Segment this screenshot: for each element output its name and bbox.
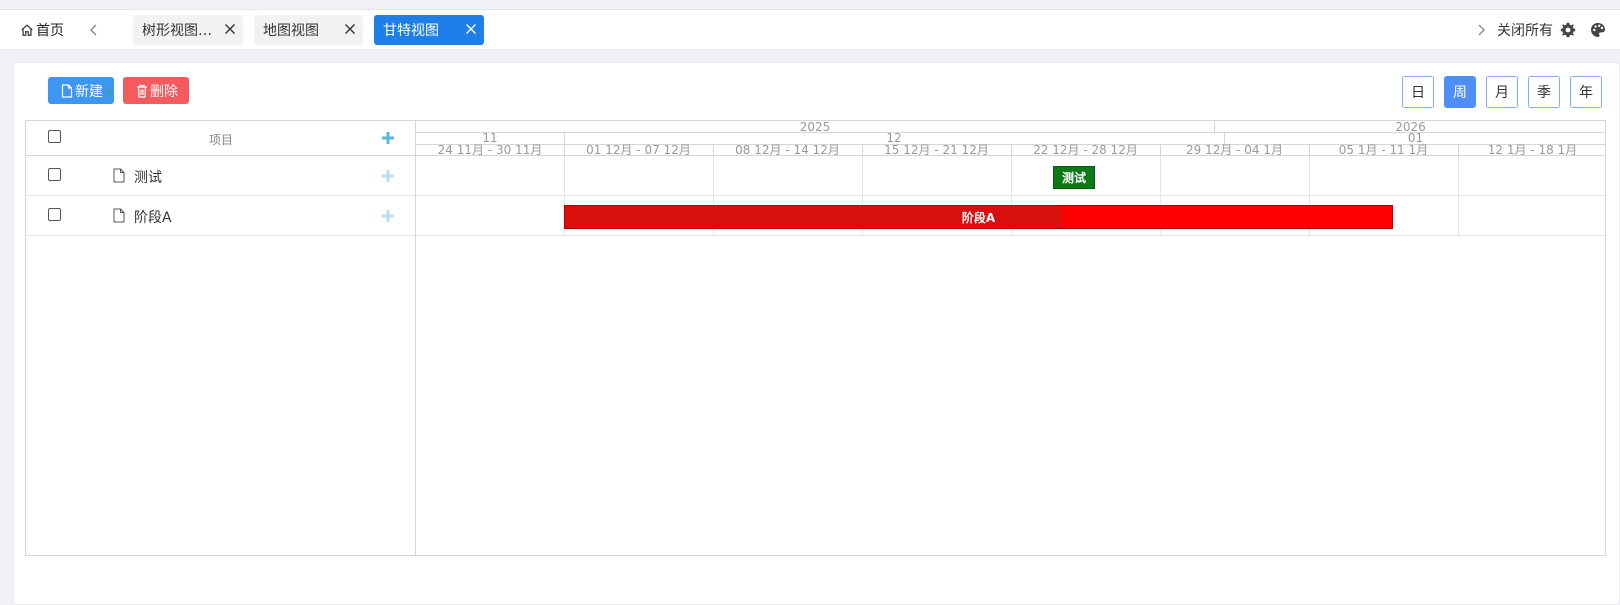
close-icon[interactable] — [223, 22, 237, 36]
scroll-left-button[interactable] — [86, 21, 102, 39]
week-label: 24 11月 - 30 11月 — [437, 143, 543, 157]
week-divider — [1309, 144, 1310, 156]
add-task-icon[interactable] — [381, 131, 395, 145]
close-icon[interactable] — [343, 22, 357, 36]
row-checkbox[interactable] — [48, 168, 61, 181]
tab-map-view[interactable]: 地图视图 — [254, 15, 363, 45]
week-label: 01 12月 - 07 12月 — [586, 143, 691, 157]
task-bar-stage-a[interactable]: 阶段A — [564, 205, 1393, 229]
tab-label: 树形视图_... — [142, 23, 218, 39]
week-divider — [564, 144, 565, 156]
task-bar-test[interactable]: 测试 — [1053, 166, 1095, 189]
file-icon — [61, 83, 73, 98]
tab-tree-view[interactable]: 树形视图_... — [133, 15, 243, 45]
view-month-button[interactable]: 月 — [1486, 76, 1518, 108]
row-checkbox[interactable] — [48, 208, 61, 221]
scroll-right-button[interactable] — [1473, 21, 1489, 39]
task-grid: 项目 测试 阶段A — [25, 120, 416, 556]
week-label: 12 1月 - 18 1月 — [1487, 143, 1578, 157]
week-label: 29 12月 - 04 1月 — [1185, 143, 1284, 157]
column-header-project: 项目 — [208, 133, 233, 147]
grid-row[interactable]: 测试 — [26, 156, 416, 196]
week-label: 05 1月 - 11 1月 — [1338, 143, 1429, 157]
chevron-right-icon — [1478, 24, 1485, 36]
tab-label: 地图视图 — [263, 23, 319, 39]
tab-bar: 首页 树形视图_... 地图视图 甘特视图 关闭所有 — [0, 10, 1620, 50]
delete-button-label: 删除 — [150, 83, 178, 100]
gear-icon[interactable] — [1560, 22, 1576, 38]
home-label: 首页 — [36, 23, 64, 39]
row-name: 阶段A — [134, 210, 172, 226]
view-year-button[interactable]: 年 — [1570, 76, 1602, 108]
tab-gantt-view[interactable]: 甘特视图 — [374, 15, 484, 45]
file-icon — [113, 168, 125, 183]
home-icon — [21, 24, 33, 36]
delete-button[interactable]: 删除 — [123, 77, 189, 104]
view-week-button[interactable]: 周 — [1444, 76, 1476, 108]
view-day-button[interactable]: 日 — [1402, 76, 1434, 108]
close-all-button[interactable]: 关闭所有 — [1497, 20, 1553, 40]
column-gridline — [1458, 156, 1459, 236]
home-tab[interactable]: 首页 — [20, 20, 64, 40]
tab-label: 甘特视图 — [383, 23, 439, 39]
close-icon[interactable] — [464, 22, 478, 36]
week-divider — [1458, 144, 1459, 156]
week-divider — [713, 144, 714, 156]
palette-icon[interactable] — [1590, 22, 1606, 38]
grid-header: 项目 — [26, 121, 416, 156]
view-quarter-button[interactable]: 季 — [1528, 76, 1560, 108]
add-subtask-icon[interactable] — [381, 209, 395, 223]
week-label: 22 12月 - 28 12月 — [1033, 143, 1138, 157]
row-gridline — [416, 195, 1605, 196]
row-name: 测试 — [134, 170, 162, 186]
new-button-label: 新建 — [75, 83, 103, 100]
add-subtask-icon[interactable] — [381, 169, 395, 183]
week-divider — [1011, 144, 1012, 156]
row-gridline — [416, 235, 1605, 236]
task-bar-label: 阶段A — [961, 210, 996, 225]
trash-icon — [137, 84, 147, 98]
file-icon — [113, 208, 125, 223]
grid-row[interactable]: 阶段A — [26, 196, 416, 236]
week-divider — [862, 144, 863, 156]
week-divider — [1160, 144, 1161, 156]
gantt-timeline: 2025 2026 11 12 01 24 11月 - 30 11月 01 12… — [415, 120, 1606, 556]
new-button[interactable]: 新建 — [48, 77, 114, 104]
chevron-left-icon — [90, 24, 97, 36]
week-label: 08 12月 - 14 12月 — [735, 143, 840, 157]
week-label: 15 12月 - 21 12月 — [884, 143, 989, 157]
